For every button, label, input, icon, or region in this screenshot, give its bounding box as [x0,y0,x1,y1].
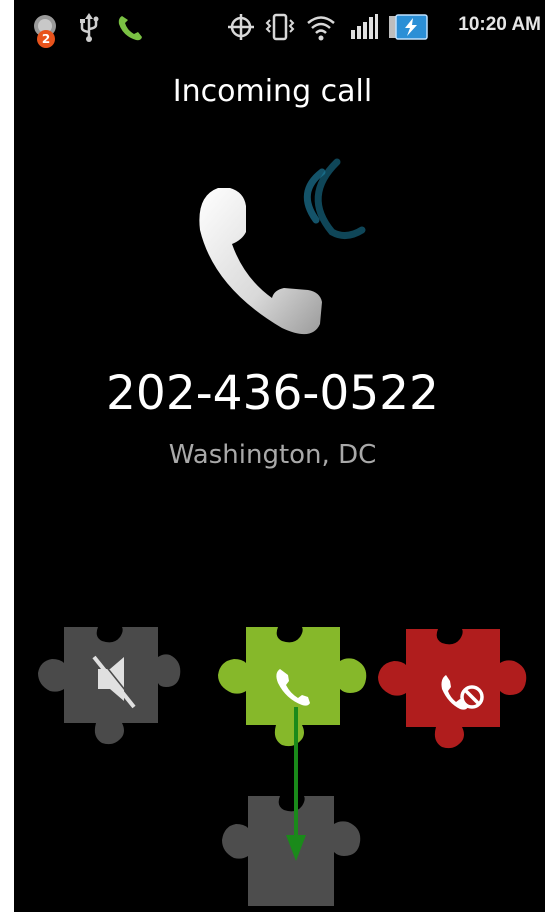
caller-number: 202-436-0522 [106,366,439,421]
notification-count-badge: 2 [37,30,55,48]
call-status-title: Incoming call [172,74,373,109]
decline-button[interactable] [376,627,545,751]
battery-charging-icon [388,14,428,44]
status-clock: 10:20 AM [458,14,541,35]
usb-icon [79,12,99,46]
signal-icon [350,14,378,44]
wifi-icon [306,14,336,46]
status-bar: 2 10:20 AM [14,0,545,60]
incoming-call-screen: 2 10:20 AM Incoming call 202-436-0522 Wa… [14,0,545,912]
caller-location: Washington, DC [168,440,377,470]
vibrate-icon [264,12,296,46]
mute-button[interactable] [36,627,196,749]
call-in-progress-icon [116,12,144,46]
ringing-phone-icon [174,152,389,342]
drag-down-arrow [284,705,308,865]
gps-icon [226,12,256,46]
